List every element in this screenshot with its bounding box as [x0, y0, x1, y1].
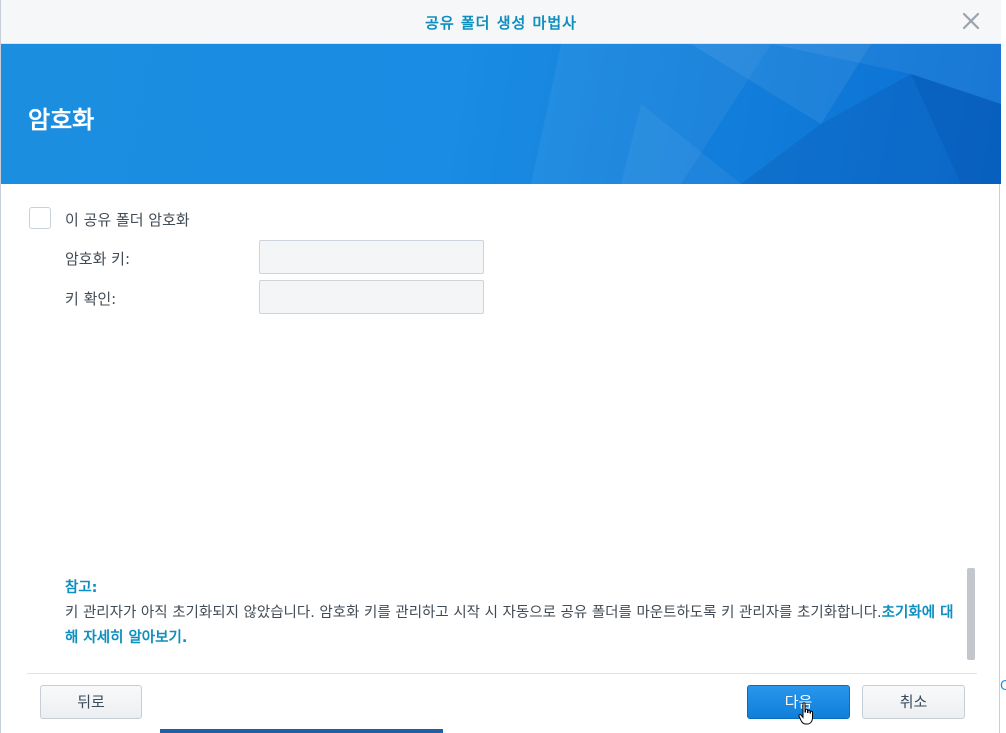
back-button[interactable]: 뒤로 [40, 685, 142, 719]
taskbar-strip [160, 729, 443, 733]
footer-divider [27, 673, 977, 674]
background-edge-text: C [1000, 679, 1006, 694]
wizard-dialog: 공유 폴더 생성 마법사 암호화 이 공유 폴더 암호화 암호화 키: 키 확인… [0, 0, 1001, 733]
dialog-title: 공유 폴더 생성 마법사 [425, 14, 577, 32]
close-icon[interactable] [959, 9, 983, 33]
note-section: 참고: 키 관리자가 아직 초기화되지 않았습니다. 암호화 키를 관리하고 시… [65, 576, 965, 651]
banner: 암호화 [1, 44, 1001, 184]
scrollbar[interactable] [967, 568, 975, 660]
next-button[interactable]: 다음 [747, 685, 850, 719]
title-bar: 공유 폴더 생성 마법사 [1, 0, 1001, 44]
banner-decoration [531, 44, 1001, 184]
confirm-key-input[interactable] [259, 280, 484, 314]
confirm-key-label: 키 확인: [65, 290, 117, 308]
encrypt-checkbox[interactable] [29, 207, 51, 229]
encryption-key-input[interactable] [259, 240, 484, 274]
encryption-key-label: 암호화 키: [65, 250, 131, 268]
encrypt-checkbox-label: 이 공유 폴더 암호화 [65, 211, 190, 229]
note-title: 참고: [65, 580, 98, 596]
step-title: 암호화 [28, 106, 95, 134]
note-body: 키 관리자가 아직 초기화되지 않았습니다. 암호화 키를 관리하고 시작 시 … [65, 605, 882, 621]
cancel-button[interactable]: 취소 [862, 685, 965, 719]
